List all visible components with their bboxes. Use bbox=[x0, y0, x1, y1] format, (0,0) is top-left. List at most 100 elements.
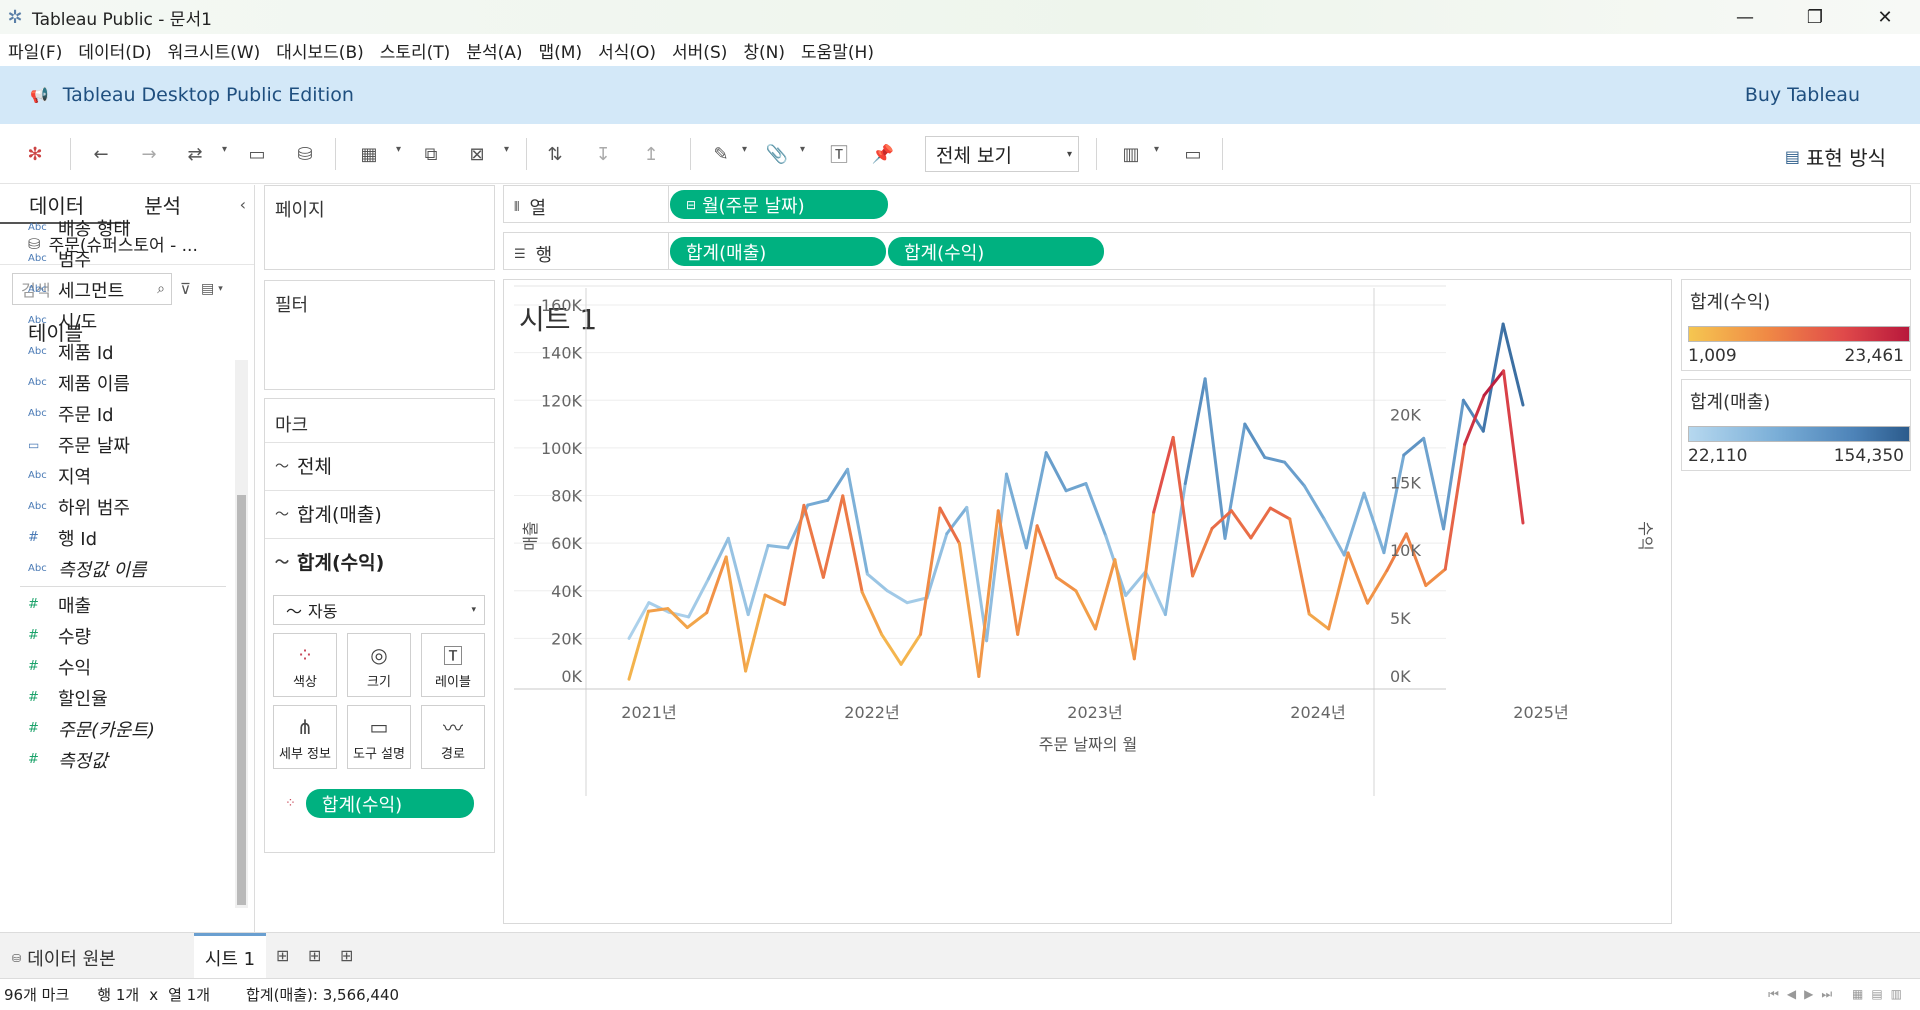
sum-sales-pill[interactable]: 합계(매출) bbox=[670, 237, 886, 266]
sales-line-segment[interactable] bbox=[846, 467, 869, 576]
menu-data[interactable]: 데이터(D) bbox=[78, 38, 151, 63]
menu-worksheet[interactable]: 워크시트(W) bbox=[168, 38, 261, 63]
profit-line-segment[interactable] bbox=[1424, 567, 1447, 587]
tableau-logo-icon[interactable]: ✻ bbox=[22, 141, 48, 167]
save-icon[interactable]: ▭ bbox=[244, 141, 270, 167]
sales-line-segment[interactable] bbox=[1084, 482, 1108, 538]
profit-line-segment[interactable] bbox=[1463, 393, 1486, 446]
profit-line-segment[interactable] bbox=[1055, 575, 1078, 593]
profit-line-segment[interactable] bbox=[666, 607, 689, 630]
sales-line-segment[interactable] bbox=[687, 577, 710, 619]
field-item[interactable]: # 측정값 bbox=[0, 744, 236, 775]
sales-line-segment[interactable] bbox=[1283, 460, 1306, 488]
sales-line-segment[interactable] bbox=[726, 536, 750, 617]
sales-line-segment[interactable] bbox=[1144, 570, 1167, 617]
menu-dashboard[interactable]: 대시보드(B) bbox=[276, 38, 364, 63]
sales-line-segment[interactable] bbox=[746, 544, 770, 617]
sales-line-segment[interactable] bbox=[1064, 482, 1088, 493]
marks-profit-row[interactable]: 〜 합계(수익) bbox=[265, 538, 494, 584]
profit-line-segment[interactable] bbox=[821, 494, 845, 579]
rows-shelf[interactable]: ☰ 행 합계(매출) 합계(수익) bbox=[503, 232, 1911, 270]
clear-caret-icon[interactable]: ▾ bbox=[504, 144, 509, 155]
buy-tableau-link[interactable]: Buy Tableau bbox=[1745, 84, 1860, 106]
undo-icon[interactable]: ← bbox=[88, 141, 114, 167]
field-item[interactable]: Abc 제품 Id bbox=[0, 336, 236, 367]
new-worksheet-icon[interactable]: ▦ bbox=[356, 141, 382, 167]
menu-file[interactable]: 파일(F) bbox=[8, 38, 62, 63]
chart-size-caret-icon[interactable]: ▾ bbox=[1154, 144, 1159, 155]
marks-sales-row[interactable]: 〜 합계(매출) bbox=[265, 490, 494, 536]
color-field-pill[interactable]: 합계(수익) bbox=[305, 789, 474, 818]
sales-line-segment[interactable] bbox=[945, 505, 969, 536]
replay-icon[interactable]: ⇄ bbox=[182, 141, 208, 167]
sort-asc-icon[interactable]: ↧ bbox=[590, 141, 616, 167]
new-worksheet-caret-icon[interactable]: ▾ bbox=[396, 144, 401, 155]
worksheet-view[interactable]: 시트 1 0K 20K 40K 60K 80K 100K 120K 140K 160K 0K 5K 1… bbox=[503, 279, 1672, 924]
field-item[interactable]: Abc 하위 범주 bbox=[0, 491, 236, 522]
chart-lines[interactable] bbox=[627, 322, 1525, 681]
profit-line-segment[interactable] bbox=[977, 509, 1000, 678]
menu-format[interactable]: 서식(O) bbox=[598, 38, 656, 63]
month-order-date-pill[interactable]: ⊟ 월(주문 날짜) bbox=[670, 190, 888, 219]
profit-color-legend[interactable]: 합계(수익) 1,009 23,461 bbox=[1681, 279, 1911, 371]
profit-line-segment[interactable] bbox=[938, 506, 961, 545]
duplicate-icon[interactable]: ⧉ bbox=[418, 141, 444, 167]
field-item[interactable]: Abc 제품 이름 bbox=[0, 367, 236, 398]
sales-line-segment[interactable] bbox=[1044, 451, 1068, 493]
sales-line-segment[interactable] bbox=[766, 544, 790, 550]
sales-line-segment[interactable] bbox=[1004, 472, 1028, 550]
fit-dropdown[interactable]: 전체 보기 ▾ bbox=[925, 136, 1079, 172]
profit-line-segment[interactable] bbox=[744, 593, 767, 673]
new-worksheet-icon[interactable]: ⊞ bbox=[276, 946, 289, 965]
new-story-icon[interactable]: ⊞ bbox=[340, 946, 353, 965]
profit-line-segment[interactable] bbox=[1288, 517, 1311, 616]
sales-line-segment[interactable] bbox=[1243, 422, 1267, 459]
profit-line-segment[interactable] bbox=[1152, 435, 1175, 514]
profit-line-segment[interactable] bbox=[1035, 524, 1059, 579]
filters-shelf[interactable]: 필터 bbox=[264, 280, 495, 390]
new-dashboard-icon[interactable]: ⊞ bbox=[308, 946, 321, 965]
sales-line-segment[interactable] bbox=[1183, 377, 1207, 486]
profit-line-segment[interactable] bbox=[782, 503, 806, 606]
maximize-button[interactable]: ❐ bbox=[1780, 0, 1850, 34]
field-item[interactable]: Abc 주문 Id bbox=[0, 398, 236, 429]
tooltip-button[interactable]: ▭ 도구 설명 bbox=[347, 705, 411, 769]
field-item[interactable]: # 수익 bbox=[0, 651, 236, 682]
field-item[interactable]: Abc 측정값 이름 bbox=[0, 553, 236, 584]
sales-line-segment[interactable] bbox=[1203, 377, 1227, 540]
mark-type-dropdown[interactable]: 〜 자동 ▾ bbox=[273, 595, 485, 625]
dual-axis-line-chart[interactable]: 0K 20K 40K 60K 80K 100K 120K 140K 160K 0K 5K 10K 15K… bbox=[504, 280, 1671, 923]
sales-line-segment[interactable] bbox=[1481, 322, 1505, 433]
menu-analysis[interactable]: 분석(A) bbox=[466, 38, 522, 63]
label-icon[interactable]: 🅃 bbox=[826, 141, 852, 167]
profit-line-segment[interactable] bbox=[996, 509, 1020, 636]
profit-line-segment[interactable] bbox=[1366, 569, 1389, 605]
field-item[interactable]: Abc 시/도 bbox=[0, 305, 236, 336]
menu-map[interactable]: 맵(M) bbox=[539, 38, 583, 63]
sales-line-segment[interactable] bbox=[985, 472, 1008, 643]
field-item[interactable]: Abc 세그먼트 bbox=[0, 274, 236, 305]
profit-line-segment[interactable] bbox=[1093, 558, 1117, 631]
sales-line-segment[interactable] bbox=[1382, 453, 1406, 555]
profit-line-segment[interactable] bbox=[1307, 612, 1331, 631]
datasource-tab[interactable]: ⛁ 데이터 원본 bbox=[12, 945, 116, 971]
profit-line-segment[interactable] bbox=[1074, 589, 1097, 631]
sales-line-segment[interactable] bbox=[865, 572, 889, 593]
field-item[interactable]: Abc 범주 bbox=[0, 243, 236, 274]
profit-line-segment[interactable] bbox=[763, 593, 786, 606]
sales-line-segment[interactable] bbox=[1402, 436, 1426, 457]
highlight-icon[interactable]: ✎ bbox=[708, 141, 734, 167]
sales-line-segment[interactable] bbox=[1322, 517, 1346, 557]
new-datasource-icon[interactable]: ⛁ bbox=[292, 141, 318, 167]
collapse-pane-icon[interactable]: ‹ bbox=[240, 195, 246, 214]
path-button[interactable]: 〰 경로 bbox=[421, 705, 485, 769]
label-button[interactable]: 🅃 레이블 bbox=[421, 633, 485, 697]
color-button[interactable]: ⁘ 색상 bbox=[273, 633, 337, 697]
sales-line-segment[interactable] bbox=[1342, 491, 1366, 557]
group-caret-icon[interactable]: ▾ bbox=[800, 144, 805, 155]
pages-shelf[interactable]: 페이지 bbox=[264, 185, 495, 270]
chart-size-icon[interactable]: ▥ bbox=[1118, 141, 1144, 167]
swap-icon[interactable]: ⇅ bbox=[542, 141, 568, 167]
group-icon[interactable]: 📎 bbox=[764, 141, 790, 167]
profit-line-segment[interactable] bbox=[1191, 526, 1214, 578]
